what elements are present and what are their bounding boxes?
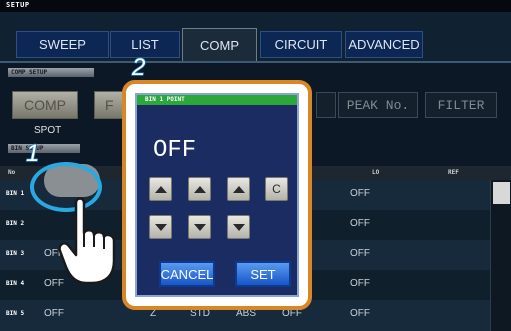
title-bar: SETUP — [0, 0, 511, 12]
comp-button[interactable]: COMP — [12, 91, 78, 119]
digit3-down-button[interactable] — [227, 215, 250, 239]
lo-cell[interactable]: OFF — [350, 248, 370, 259]
peak-number-button[interactable]: PEAK No. — [338, 92, 418, 118]
digit2-up-button[interactable] — [188, 177, 211, 201]
bin-label: BIN 2 — [6, 220, 25, 227]
step-1-label: 1 — [25, 139, 40, 168]
dialog-title: BIN 1 POINT — [137, 95, 297, 105]
table-scrollbar[interactable] — [490, 180, 511, 331]
bin-label: BIN 1 — [6, 190, 25, 197]
cancel-button[interactable]: CANCEL — [159, 261, 215, 287]
filter-button[interactable]: FILTER — [425, 92, 497, 118]
clear-button[interactable]: C — [265, 177, 288, 201]
column-header-no: No — [8, 169, 16, 176]
dialog-value-display: OFF — [153, 137, 197, 164]
comp-setup-section-label: COMP SETUP — [8, 68, 94, 77]
digit1-down-button[interactable] — [149, 215, 172, 239]
comp-mode-button[interactable]: F — [94, 91, 124, 119]
scrollbar-thumb[interactable] — [493, 182, 510, 204]
tab-sweep[interactable]: SWEEP — [16, 31, 109, 58]
column-header-ref: REF — [448, 169, 459, 176]
digit2-down-button[interactable] — [188, 215, 211, 239]
screen-title: SETUP — [6, 1, 30, 9]
tab-bar: SWEEP LIST COMP CIRCUIT ADVANCED — [0, 12, 511, 63]
tab-advanced[interactable]: ADVANCED — [345, 31, 423, 58]
dialog-highlight-frame: BIN 1 POINT OFF C CANCEL SET — [122, 80, 312, 310]
lo-cell[interactable]: OFF — [350, 218, 370, 229]
tab-circuit[interactable]: CIRCUIT — [260, 31, 342, 58]
bin-setup-section-label: BIN SETUP — [8, 144, 80, 153]
lo-cell[interactable]: OFF — [350, 188, 370, 199]
bin-point-dialog: BIN 1 POINT OFF C CANCEL SET — [135, 93, 299, 297]
spot-label: SPOT — [34, 125, 62, 136]
lo-cell[interactable]: OFF — [350, 308, 370, 319]
bin-label: BIN 5 — [6, 310, 25, 317]
tab-comp[interactable]: COMP — [182, 28, 257, 62]
digit3-up-button[interactable] — [227, 177, 250, 201]
step-2-label: 2 — [131, 53, 146, 82]
tab-divider — [0, 61, 511, 63]
column-header-lo: LO — [372, 169, 380, 176]
bin-label: BIN 3 — [6, 250, 25, 257]
bin-label: BIN 4 — [6, 280, 25, 287]
pointing-hand-icon — [58, 197, 116, 285]
parameter-button-partial[interactable] — [316, 92, 336, 118]
hi-cell[interactable]: OFF — [44, 308, 64, 319]
lo-cell[interactable]: OFF — [350, 278, 370, 289]
set-button[interactable]: SET — [235, 261, 291, 287]
digit1-up-button[interactable] — [149, 177, 172, 201]
